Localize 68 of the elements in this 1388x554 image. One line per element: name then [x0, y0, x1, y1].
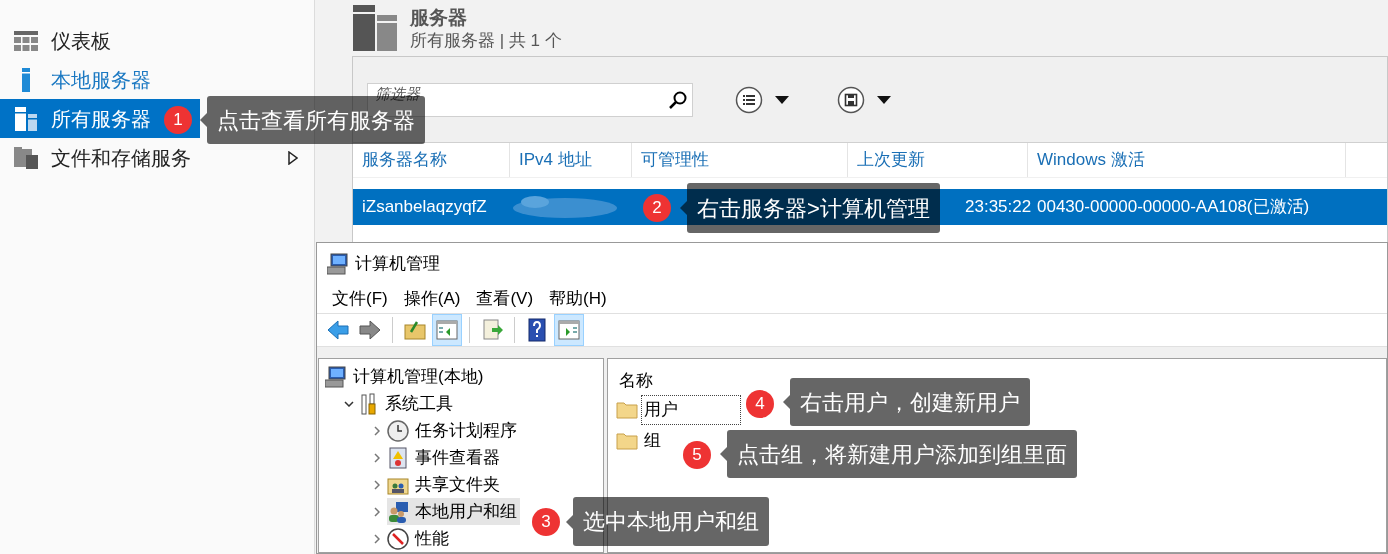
callout-tooltip: 右击用户，创建新用户: [790, 378, 1030, 426]
tree-pane-icon: [435, 318, 459, 342]
collapse-chevron-icon[interactable]: [344, 400, 354, 407]
help-icon: [525, 318, 549, 342]
column-header[interactable]: 可管理性: [632, 143, 848, 177]
clock-icon: [387, 419, 409, 442]
callout-tooltip: 右击服务器>计算机管理: [687, 183, 940, 233]
table-cell: iZsanbelaqzyqfZ: [362, 197, 487, 217]
tools-icon: [359, 392, 379, 415]
expand-chevron-icon[interactable]: [374, 425, 380, 436]
event-log-icon: [387, 446, 409, 469]
list-item[interactable]: 用户: [641, 394, 741, 425]
menu-item[interactable]: 查看(V): [468, 285, 542, 312]
floppy-disk-icon: [837, 85, 865, 114]
expand-arrow-icon[interactable]: [288, 150, 298, 165]
callout-tooltip: 点击组，将新建用户添加到组里面: [727, 430, 1077, 478]
gauge-icon: [387, 527, 409, 550]
action-pane-icon: [557, 318, 581, 342]
callout-pointer: [783, 395, 790, 409]
table-cell: 23:35:22: [965, 197, 1032, 217]
tree-item[interactable]: 本地用户和组: [387, 498, 520, 525]
server-group-icon: [353, 5, 397, 51]
tree-item[interactable]: 性能: [387, 525, 452, 552]
export-list-icon: [480, 318, 504, 342]
list-icon: [735, 85, 763, 114]
folder-icon: [616, 431, 638, 450]
callout-pointer: [200, 113, 207, 127]
grid-icon: [14, 30, 38, 51]
sidebar-item[interactable]: 仪表板: [0, 21, 306, 60]
column-header[interactable]: Windows 激活: [1028, 143, 1346, 177]
expand-chevron-icon[interactable]: [374, 506, 380, 517]
users-icon: [387, 500, 409, 523]
callout-tooltip: 选中本地用户和组: [573, 497, 769, 546]
servers-icon: [14, 106, 38, 131]
page-title: 服务器: [410, 7, 468, 29]
menu-item[interactable]: 文件(F): [324, 285, 396, 312]
sidebar-item[interactable]: 本地服务器: [0, 60, 306, 99]
column-header[interactable]: 上次更新: [848, 143, 1028, 177]
computer-icon: [325, 365, 347, 388]
forward-arrow-icon: [358, 318, 382, 342]
save-button[interactable]: [837, 85, 891, 114]
callout-pointer: [680, 201, 687, 215]
table-cell: 00430-00000-00000-AA108(已激活): [1037, 197, 1310, 217]
tree-item[interactable]: 任务计划程序: [387, 417, 520, 444]
expand-chevron-icon[interactable]: [374, 452, 380, 463]
tree-item[interactable]: 共享文件夹: [387, 471, 503, 498]
column-header[interactable]: 服务器名称: [353, 143, 510, 177]
caret-icon: [877, 95, 891, 104]
callout-pointer: [720, 447, 727, 461]
tree-item[interactable]: 计算机管理(本地): [325, 363, 487, 390]
back-arrow-icon: [326, 318, 350, 342]
expand-chevron-icon[interactable]: [374, 533, 380, 544]
menu-item[interactable]: 帮助(H): [541, 285, 615, 312]
tree-item[interactable]: 系统工具: [359, 390, 456, 417]
folder-icon: [616, 400, 638, 419]
window-title: 计算机管理: [355, 252, 440, 275]
menu-item[interactable]: 操作(A): [395, 285, 469, 312]
tree-item[interactable]: 事件查看器: [387, 444, 503, 471]
column-header[interactable]: IPv4 地址: [510, 143, 632, 177]
computer-icon: [327, 252, 349, 275]
caret-icon: [775, 95, 789, 104]
folder-server-icon: [14, 146, 38, 169]
expand-chevron-icon[interactable]: [374, 479, 380, 490]
page-subtitle: 所有服务器 | 共 1 个: [410, 30, 562, 52]
list-item[interactable]: 组: [641, 425, 662, 456]
search-icon[interactable]: [668, 89, 688, 110]
callout-pointer: [566, 514, 573, 529]
list-view-button[interactable]: [735, 85, 789, 114]
